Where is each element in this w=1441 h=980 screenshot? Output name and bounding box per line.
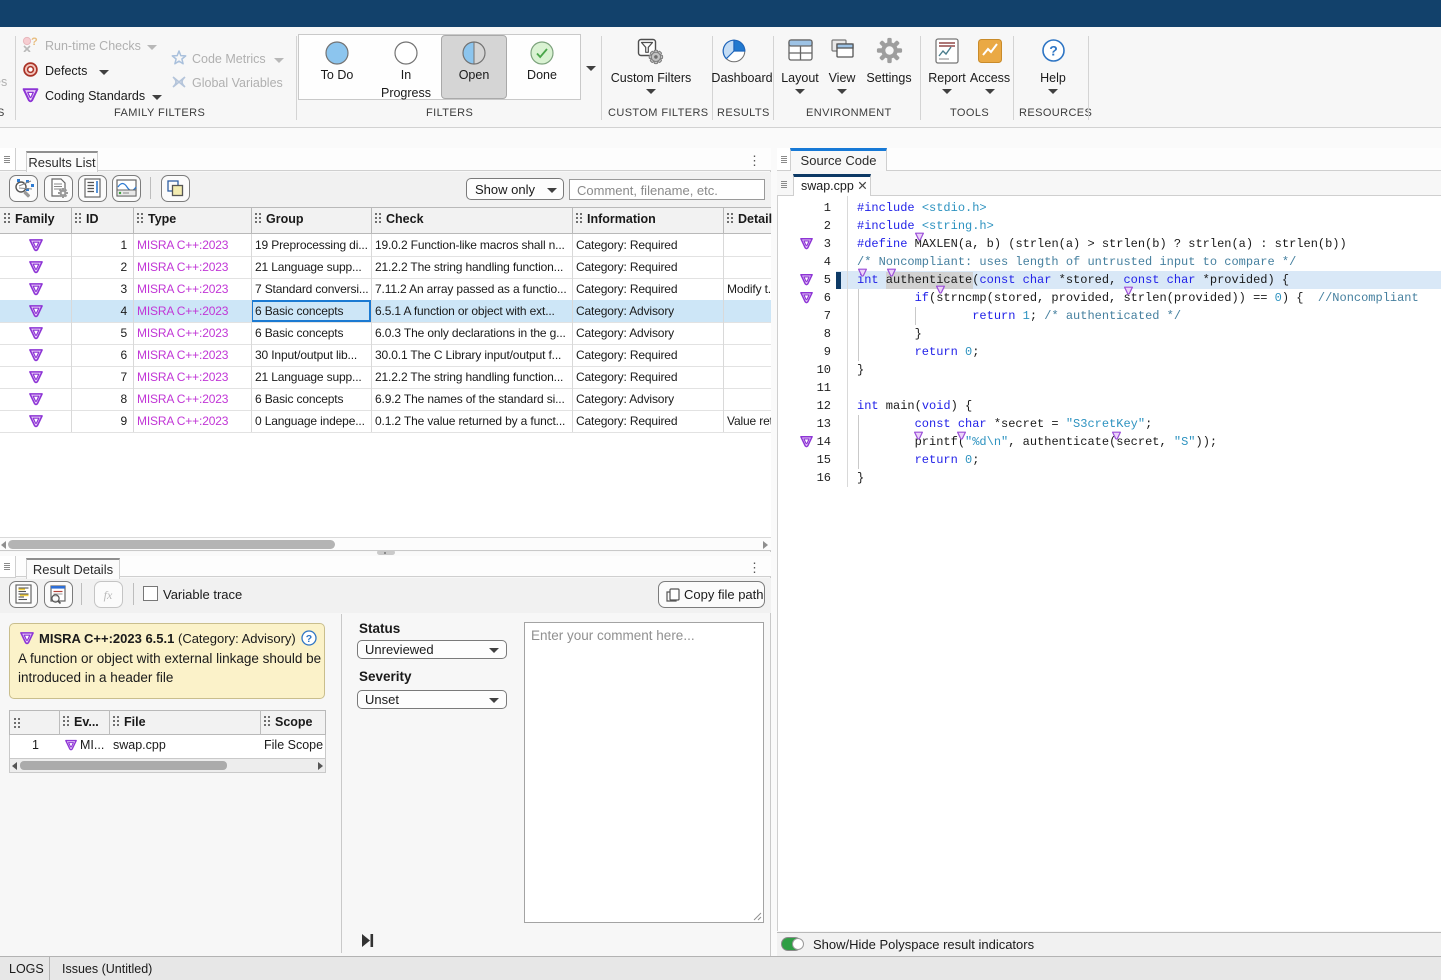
svg-text:?: ? [1049, 43, 1058, 59]
svg-text:?: ? [31, 36, 38, 48]
svg-text:fx: fx [104, 588, 113, 602]
svg-text:?: ? [306, 633, 312, 645]
